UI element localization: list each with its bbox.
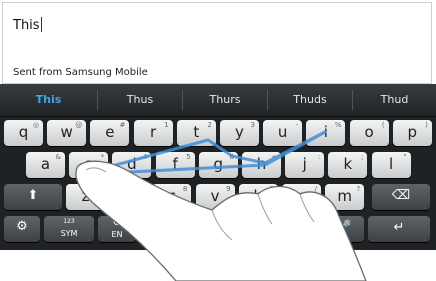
key-secondary-label: @ [75, 121, 83, 129]
key-p[interactable]: p) [392, 120, 432, 146]
key-secondary-label: ; [361, 153, 364, 161]
key-i[interactable]: i% [306, 120, 346, 146]
key-secondary-label: * [100, 153, 105, 161]
key-secondary-label: 5 [186, 153, 191, 161]
microphone-key[interactable]: 🎤 [324, 216, 364, 242]
enter-key[interactable]: ↵ [368, 216, 430, 242]
key-w[interactable]: w @ [47, 120, 87, 146]
phone-screen: { "compose": {"typed_text": "This", "sig… [0, 0, 436, 281]
key-t[interactable]: t2 [176, 120, 216, 146]
key-secondary-label: 6 [229, 153, 234, 161]
key-secondary-label: " [403, 153, 407, 161]
key-secondary-label: - [295, 121, 299, 129]
key-secondary-label: 3 [250, 121, 255, 129]
key-x[interactable]: x7 [109, 184, 149, 210]
key-y[interactable]: y3 [220, 120, 259, 146]
key-secondary-label: % [334, 121, 342, 129]
sym-key[interactable]: 123 SYM [44, 216, 94, 242]
enter-arrow-icon: ↵ [393, 220, 405, 235]
key-secondary-label: / [314, 185, 317, 193]
suggestion-bar: This Thus Thurs Thuds Thud [0, 84, 436, 117]
suggestion-thuds[interactable]: Thuds [268, 84, 352, 116]
key-secondary-label: 8 [182, 185, 188, 193]
suggestion-thud[interactable]: Thud [353, 84, 436, 116]
suggestion-thus[interactable]: Thus [98, 84, 182, 116]
key-secondary-label: 2 [207, 121, 212, 129]
swype-keyboard: This Thus Thurs Thuds Thud q ◎ w @ e # r 1 t 2 y 3 u… [0, 84, 436, 250]
typed-text: This [13, 17, 42, 33]
key-a[interactable]: a & [26, 152, 65, 178]
message-compose-field[interactable]: This Sent from Samsung Mobile [2, 2, 432, 84]
key-r[interactable]: r1 [133, 120, 173, 146]
space-key[interactable] [140, 216, 320, 242]
key-secondary-label: ◎ [32, 121, 39, 129]
key-q[interactable]: q ◎ [4, 120, 43, 146]
key-secondary-label: 9 [226, 185, 231, 193]
key-k[interactable]: k; [328, 152, 368, 178]
key-secondary-label: ! [98, 185, 101, 193]
key-secondary-label: 7 [139, 185, 145, 193]
key-secondary-label: 4 [142, 153, 148, 161]
key-secondary-label: # [119, 121, 126, 129]
key-secondary-label: 1 [164, 121, 169, 129]
key-o[interactable]: o( [349, 120, 389, 146]
key-secondary-label: : [317, 153, 321, 161]
key-s[interactable]: s * [69, 152, 109, 178]
key-m[interactable]: m? [325, 184, 365, 210]
microphone-icon: 🎤 [335, 220, 353, 235]
language-key[interactable]: ⊕ EN [98, 216, 136, 242]
shift-arrow-icon: ⬆ [27, 188, 39, 203]
key-secondary-label: ? [356, 185, 361, 193]
key-b[interactable]: b0 [238, 184, 278, 210]
backspace-key[interactable]: ⌫ [372, 184, 430, 210]
swype-gear-icon: ⚙ [16, 219, 28, 234]
key-g[interactable]: g6 [198, 152, 238, 178]
key-n[interactable]: n / [282, 184, 321, 210]
key-j[interactable]: j: [285, 152, 325, 178]
key-z[interactable]: z! [66, 184, 105, 210]
text-cursor [40, 17, 42, 32]
key-l[interactable]: l " [371, 152, 411, 178]
key-secondary-label: ) [425, 121, 428, 129]
key-secondary-label: & [55, 153, 61, 161]
backspace-icon: ⌫ [391, 188, 411, 203]
swype-settings-key[interactable]: ⚙ [4, 216, 40, 242]
suggestion-thurs[interactable]: Thurs [183, 84, 267, 116]
key-secondary-label: + [271, 153, 277, 161]
globe-icon: ⊕ [112, 217, 122, 228]
shift-key[interactable]: ⬆ [4, 184, 62, 210]
key-d[interactable]: d4 [112, 152, 152, 178]
key-e[interactable]: e # [90, 120, 130, 146]
key-v[interactable]: v9 [195, 184, 235, 210]
suggestion-this[interactable]: This [0, 84, 97, 116]
key-secondary-label: ( [381, 121, 385, 129]
key-f[interactable]: f5 [155, 152, 195, 178]
key-c[interactable]: c8 [152, 184, 192, 210]
key-secondary-label: 0 [269, 185, 274, 193]
key-h[interactable]: h + [242, 152, 281, 178]
signature-text: Sent from Samsung Mobile [13, 67, 148, 78]
key-u[interactable]: u- [263, 120, 303, 146]
